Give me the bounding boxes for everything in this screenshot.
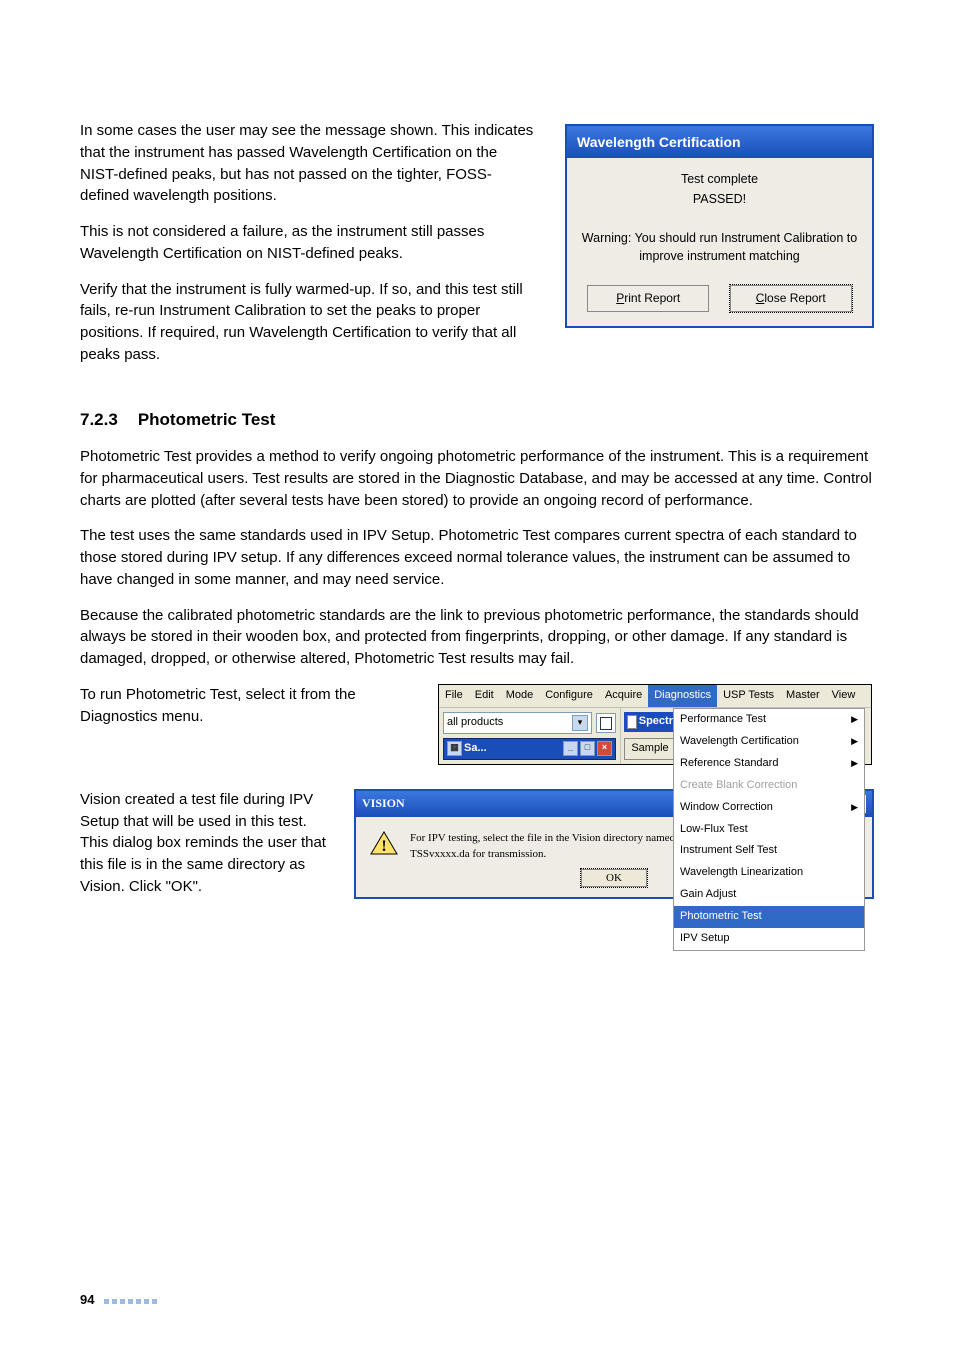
menu-master[interactable]: Master (780, 685, 826, 707)
page-footer: 94 (80, 1291, 160, 1310)
paragraph: Vision created a test file during IPV Se… (80, 789, 336, 898)
menu-item-photometric-test[interactable]: Photometric Test (674, 906, 864, 928)
close-report-button[interactable]: Close Report (730, 285, 852, 312)
wavelength-certification-dialog: Wavelength Certification Test complete P… (565, 124, 874, 328)
msgbox-title: VISION (362, 795, 405, 812)
chart-icon (627, 715, 637, 729)
section-heading: 7.2.3 Photometric Test (80, 408, 874, 433)
diagnostics-menu-screenshot: FileEditModeConfigureAcquireDiagnosticsU… (438, 684, 872, 765)
menu-item-wavelength-linearization[interactable]: Wavelength Linearization (674, 862, 864, 884)
menu-item-create-blank-correction: Create Blank Correction (674, 775, 864, 797)
submenu-arrow-icon: ▶ (851, 735, 858, 748)
menu-mode[interactable]: Mode (500, 685, 540, 707)
paragraph: The test uses the same standards used in… (80, 525, 874, 590)
print-report-button[interactable]: Print Report (587, 285, 709, 312)
menu-item-low-flux-test[interactable]: Low-Flux Test (674, 819, 864, 841)
menu-usp-tests[interactable]: USP Tests (717, 685, 780, 707)
ok-button[interactable]: OK (581, 869, 647, 887)
section-number: 7.2.3 (80, 408, 118, 433)
submenu-arrow-icon: ▶ (851, 801, 858, 814)
page-number: 94 (80, 1291, 94, 1310)
paragraph: To run Photometric Test, select it from … (80, 684, 420, 728)
menu-acquire[interactable]: Acquire (599, 685, 648, 707)
close-button[interactable]: × (597, 741, 612, 756)
warning-text: Warning: You should run Instrument Calib… (577, 229, 862, 265)
paragraph: Photometric Test provides a method to ve… (80, 446, 874, 511)
menu-item-instrument-self-test[interactable]: Instrument Self Test (674, 840, 864, 862)
menu-configure[interactable]: Configure (539, 685, 599, 707)
combo-value: all products (447, 715, 503, 731)
svg-text:!: ! (381, 838, 386, 855)
status-complete: Test complete (577, 170, 862, 188)
minimize-button[interactable]: _ (563, 741, 578, 756)
maximize-button[interactable]: □ (580, 741, 595, 756)
menu-item-window-correction[interactable]: Window Correction▶ (674, 797, 864, 819)
submenu-arrow-icon: ▶ (851, 713, 858, 726)
dialog-title: Wavelength Certification (567, 126, 872, 158)
footer-dots (104, 1291, 160, 1310)
paragraph: Verify that the instrument is fully warm… (80, 279, 535, 366)
subwindow-title: Sa... (464, 741, 561, 757)
new-document-icon[interactable] (596, 713, 616, 733)
sample-button[interactable]: Sample (624, 738, 676, 760)
subwindow-titlebar: ▦ Sa... _ □ × (443, 738, 616, 760)
window-icon: ▦ (447, 741, 462, 756)
warning-icon: ! (370, 831, 398, 855)
menu-item-ipv-setup[interactable]: IPV Setup (674, 928, 864, 950)
menubar: FileEditModeConfigureAcquireDiagnosticsU… (439, 685, 871, 708)
spectra-label: Spectr (639, 714, 673, 730)
menu-diagnostics[interactable]: Diagnostics (648, 685, 717, 707)
paragraph: In some cases the user may see the messa… (80, 120, 535, 207)
menu-item-reference-standard[interactable]: Reference Standard▶ (674, 753, 864, 775)
products-combo[interactable]: all products ▾ (443, 712, 592, 734)
paragraph: This is not considered a failure, as the… (80, 221, 535, 265)
menu-edit[interactable]: Edit (469, 685, 500, 707)
menu-item-performance-test[interactable]: Performance Test▶ (674, 709, 864, 731)
chevron-down-icon[interactable]: ▾ (572, 715, 588, 731)
spectra-panel-title: Spectr (624, 712, 676, 732)
paragraph: Because the calibrated photometric stand… (80, 605, 874, 670)
submenu-arrow-icon: ▶ (851, 757, 858, 770)
menu-view[interactable]: View (826, 685, 862, 707)
diagnostics-dropdown: Performance Test▶Wavelength Certificatio… (673, 708, 865, 951)
menu-item-gain-adjust[interactable]: Gain Adjust (674, 884, 864, 906)
menu-file[interactable]: File (439, 685, 469, 707)
status-passed: PASSED! (577, 190, 862, 208)
section-title: Photometric Test (138, 410, 276, 429)
menu-item-wavelength-certification[interactable]: Wavelength Certification▶ (674, 731, 864, 753)
